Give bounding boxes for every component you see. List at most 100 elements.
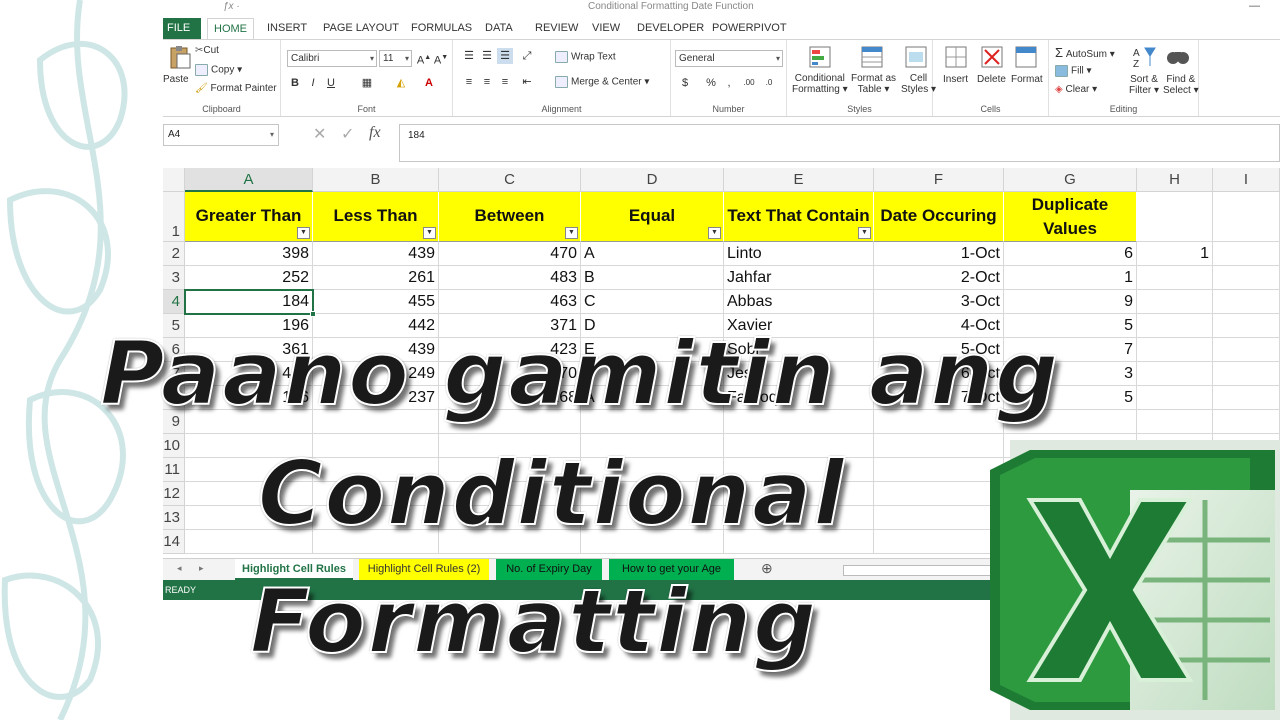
cell[interactable]: Abbas <box>724 290 874 314</box>
row-header[interactable]: 1 <box>163 192 185 242</box>
cell[interactable] <box>874 434 1004 458</box>
header-cell-greater-than[interactable]: Greater Than ▼ <box>185 192 313 242</box>
tab-view[interactable]: VIEW <box>586 18 626 39</box>
format-as-table-button[interactable]: Format as Table ▾ <box>851 73 896 95</box>
cell[interactable] <box>1213 192 1280 242</box>
cell[interactable] <box>1213 338 1280 362</box>
bold-icon[interactable]: B <box>287 75 303 91</box>
tab-review[interactable]: REVIEW <box>529 18 584 39</box>
tab-formulas[interactable]: FORMULAS <box>405 18 478 39</box>
align-middle-icon[interactable]: ☰ <box>479 48 495 64</box>
horizontal-scrollbar[interactable] <box>843 565 993 576</box>
cell[interactable] <box>1213 242 1280 266</box>
percent-icon[interactable]: % <box>703 75 719 91</box>
cell[interactable] <box>1137 386 1213 410</box>
font-size-select[interactable]: 11 ▾ <box>379 50 412 67</box>
clear-button[interactable]: ◈ Clear ▾ <box>1055 84 1097 95</box>
cancel-icon[interactable]: ✕ <box>313 124 326 144</box>
find-select-icon[interactable] <box>1165 44 1191 70</box>
cell[interactable]: 6 <box>1004 242 1137 266</box>
cell[interactable] <box>1137 362 1213 386</box>
cell[interactable]: 9 <box>1004 290 1137 314</box>
scroll-tabs-left-icon[interactable]: ◂ <box>177 563 182 574</box>
column-header-d[interactable]: D <box>581 168 724 192</box>
format-button[interactable]: Format <box>1011 74 1043 85</box>
cell-styles-icon[interactable] <box>903 44 929 70</box>
paste-icon[interactable] <box>167 44 193 70</box>
align-bottom-icon[interactable]: ☰ <box>497 48 513 64</box>
cell[interactable] <box>1213 362 1280 386</box>
format-icon[interactable] <box>1013 44 1039 70</box>
delete-button[interactable]: Delete <box>977 74 1006 85</box>
row-header[interactable]: 3 <box>163 266 185 290</box>
insert-button[interactable]: Insert <box>943 74 968 85</box>
sort-filter-button[interactable]: Sort & Filter ▾ <box>1129 74 1159 96</box>
orientation-icon[interactable]: ⤢ <box>519 48 535 64</box>
header-cell-duplicate-values[interactable]: Duplicate Values <box>1004 192 1137 242</box>
tab-file[interactable]: FILE <box>163 18 201 39</box>
comma-icon[interactable]: , <box>721 75 737 91</box>
cell[interactable]: 3-Oct <box>874 290 1004 314</box>
cell[interactable]: B <box>581 266 724 290</box>
cell[interactable] <box>874 458 1004 482</box>
header-cell-less-than[interactable]: Less Than ▼ <box>313 192 439 242</box>
cell[interactable]: 2-Oct <box>874 266 1004 290</box>
column-header-c[interactable]: C <box>439 168 581 192</box>
cell[interactable]: 439 <box>313 242 439 266</box>
fill-color-icon[interactable]: ◭ <box>393 75 409 91</box>
insert-icon[interactable] <box>943 44 969 70</box>
cell[interactable]: C <box>581 290 724 314</box>
paste-button[interactable]: Paste <box>163 74 189 85</box>
enter-icon[interactable]: ✓ <box>341 124 354 144</box>
header-cell-text-that-contain[interactable]: Text That Contain ▼ <box>724 192 874 242</box>
column-header-i[interactable]: I <box>1213 168 1280 192</box>
number-format-select[interactable]: General ▾ <box>675 50 783 67</box>
font-color-icon[interactable]: A <box>421 75 437 91</box>
cell[interactable] <box>1213 290 1280 314</box>
cell[interactable]: 463 <box>439 290 581 314</box>
tab-page-layout[interactable]: PAGE LAYOUT <box>317 18 405 39</box>
scroll-tabs-right-icon[interactable]: ▸ <box>199 563 204 574</box>
cell[interactable] <box>1137 314 1213 338</box>
underline-icon[interactable]: U <box>323 75 339 91</box>
cell[interactable] <box>1137 266 1213 290</box>
row-header[interactable]: 13 <box>163 506 185 530</box>
format-painter-button[interactable]: 🖌 Format Painter <box>195 83 277 94</box>
row-header[interactable]: 2 <box>163 242 185 266</box>
formula-input[interactable]: 184 <box>399 124 1280 162</box>
tab-data[interactable]: DATA <box>479 18 519 39</box>
header-cell-date-occuring[interactable]: Date Occuring <box>874 192 1004 242</box>
italic-icon[interactable]: I <box>305 75 321 91</box>
filter-dropdown-icon[interactable]: ▼ <box>858 227 871 239</box>
header-cell-between[interactable]: Between ▼ <box>439 192 581 242</box>
row-header[interactable]: 12 <box>163 482 185 506</box>
tab-insert[interactable]: INSERT <box>261 18 313 39</box>
find-select-button[interactable]: Find & Select ▾ <box>1163 74 1199 96</box>
name-box[interactable]: A4 ▾ <box>163 124 279 146</box>
align-left-icon[interactable]: ≡ <box>461 74 477 90</box>
cell[interactable]: 1 <box>1004 266 1137 290</box>
cell[interactable]: Jahfar <box>724 266 874 290</box>
merge-center-button[interactable]: Merge & Center ▾ <box>555 76 649 88</box>
cell[interactable]: 184 <box>185 290 313 314</box>
insert-function-icon[interactable]: fx <box>369 124 381 142</box>
cell[interactable] <box>1213 386 1280 410</box>
filter-dropdown-icon[interactable]: ▼ <box>297 227 310 239</box>
borders-icon[interactable]: ▦ <box>359 75 375 91</box>
font-name-select[interactable]: Calibri ▾ <box>287 50 377 67</box>
cell-styles-button[interactable]: Cell Styles ▾ <box>901 73 936 95</box>
wrap-text-button[interactable]: Wrap Text <box>555 51 616 63</box>
cell[interactable] <box>1137 338 1213 362</box>
cell[interactable] <box>1213 266 1280 290</box>
cell[interactable] <box>874 530 1004 554</box>
window-controls[interactable]: — <box>1249 0 1260 12</box>
filter-dropdown-icon[interactable]: ▼ <box>423 227 436 239</box>
cell[interactable]: 455 <box>313 290 439 314</box>
cell[interactable] <box>1213 314 1280 338</box>
tab-developer[interactable]: DEVELOPER <box>631 18 710 39</box>
column-header-e[interactable]: E <box>724 168 874 192</box>
cell[interactable]: 470 <box>439 242 581 266</box>
column-header-f[interactable]: F <box>874 168 1004 192</box>
grow-font-icon[interactable]: A▲ <box>416 50 432 67</box>
autosum-button[interactable]: Σ AutoSum ▾ <box>1055 45 1115 60</box>
